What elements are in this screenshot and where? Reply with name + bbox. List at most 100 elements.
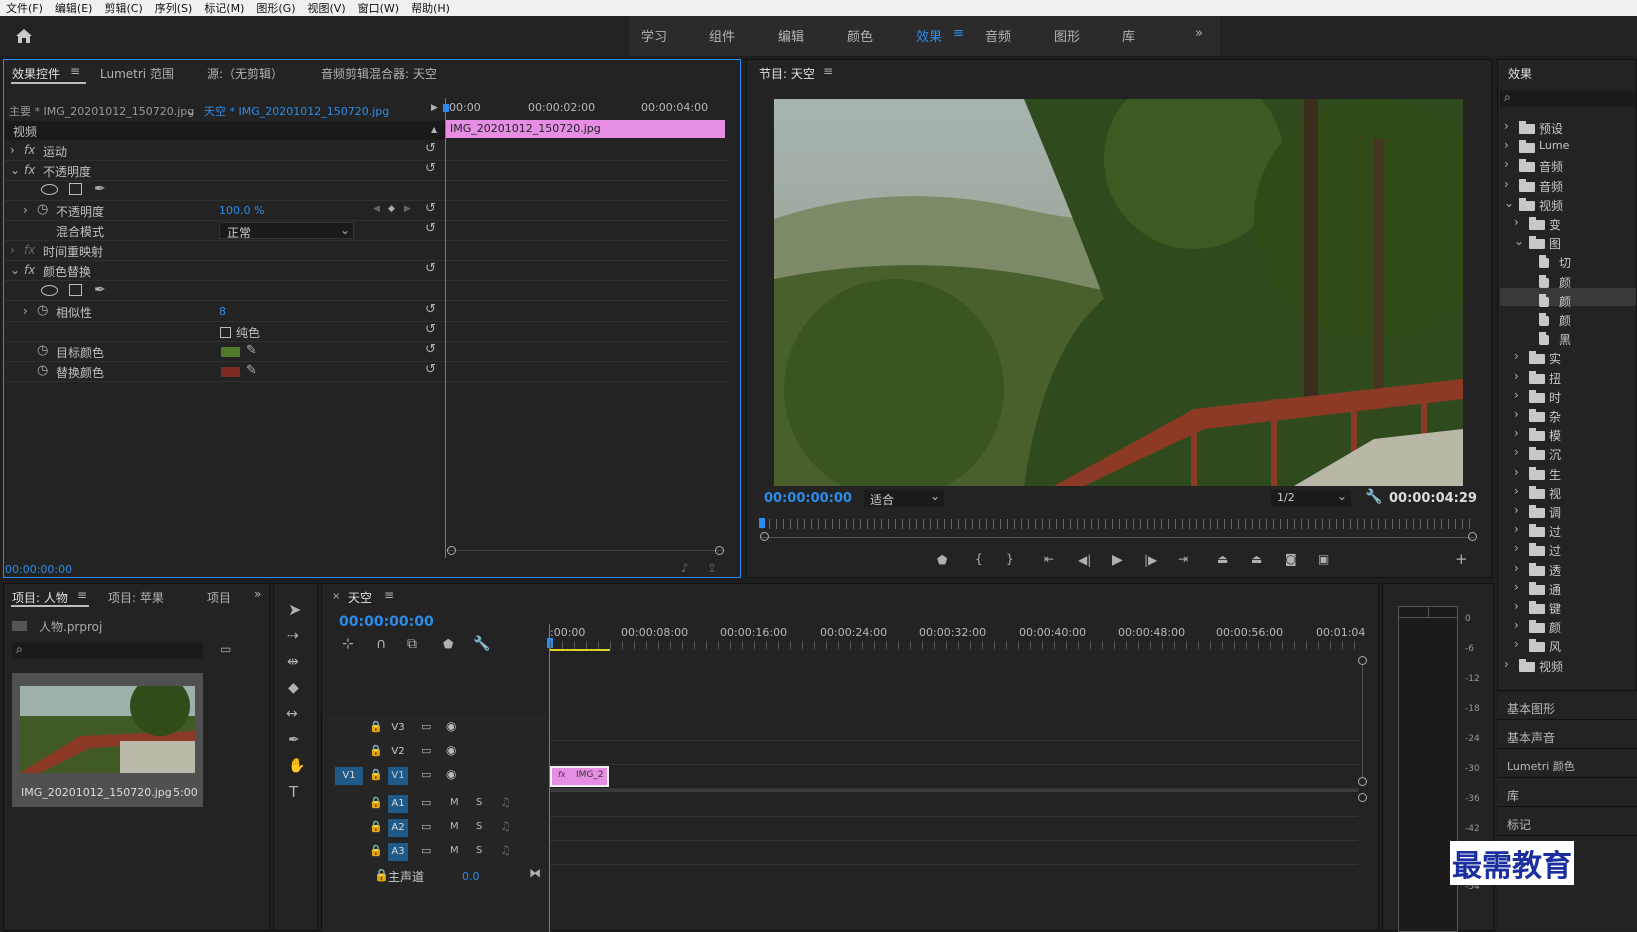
replace-color-swatch[interactable]: [221, 367, 240, 377]
wrench-icon[interactable]: 🔧: [1365, 490, 1382, 504]
new-bin-icon[interactable]: ▭: [220, 643, 231, 655]
effect-tree-item[interactable]: 键: [1549, 600, 1561, 617]
export-icon[interactable]: ⇪: [707, 562, 717, 574]
add-marker-icon[interactable]: ⬟: [443, 638, 453, 650]
eyedropper-icon[interactable]: ✎: [246, 344, 257, 357]
lock-icon[interactable]: 🔒: [369, 796, 383, 809]
program-video-frame[interactable]: [774, 99, 1463, 486]
ws-overflow-icon[interactable]: »: [1195, 26, 1203, 41]
pen-mask-icon[interactable]: ✒: [94, 283, 106, 297]
lock-icon[interactable]: 🔒: [369, 820, 383, 833]
source-patch-v1[interactable]: V1: [335, 767, 363, 785]
mute-button[interactable]: M: [450, 821, 459, 832]
menu-view[interactable]: 视图(V): [302, 0, 352, 16]
camera-icon[interactable]: ◙: [1285, 553, 1297, 565]
ellipse-mask-icon[interactable]: [41, 184, 58, 195]
ec-timecode[interactable]: 00:00:00:00: [5, 563, 72, 576]
menu-graphics[interactable]: 图形(G): [250, 0, 301, 16]
panel-menu-icon[interactable]: ≡: [70, 64, 80, 78]
linked-selection-icon[interactable]: ⧉: [407, 637, 417, 651]
ws-tab-color[interactable]: 颜色: [847, 26, 873, 45]
fx-icon[interactable]: fx: [24, 144, 35, 156]
ec-playhead[interactable]: [445, 98, 446, 558]
track-label-a2[interactable]: A2: [388, 819, 408, 837]
type-tool-icon[interactable]: T: [289, 785, 298, 800]
expand-arrow-icon[interactable]: ⌄: [10, 264, 20, 276]
tree-arrow-icon[interactable]: ›: [1514, 581, 1519, 593]
ws-tab-libraries[interactable]: 库: [1122, 26, 1135, 45]
sequence-clip-label[interactable]: 天空 * IMG_20201012_150720.jpg: [204, 103, 389, 123]
tree-arrow-icon[interactable]: ›: [1504, 658, 1509, 670]
vscroll-handle[interactable]: [1358, 777, 1367, 786]
menu-window[interactable]: 窗口(W): [352, 0, 405, 16]
panel-menu-icon[interactable]: ≡: [384, 588, 394, 602]
master-track-value[interactable]: 0.0: [462, 870, 480, 883]
resolution-select[interactable]: 1/2 ⌄: [1271, 489, 1351, 507]
expand-arrow-icon[interactable]: ›: [23, 305, 28, 317]
add-marker-icon[interactable]: ⬟: [937, 554, 947, 566]
ws-tab-graphics[interactable]: 图形: [1054, 26, 1080, 45]
go-to-in-icon[interactable]: ⇤: [1044, 553, 1054, 565]
stopwatch-icon[interactable]: ◷: [37, 364, 48, 377]
wrench-icon[interactable]: 🔧: [473, 637, 490, 651]
menu-clip[interactable]: 剪辑(C): [98, 0, 148, 16]
menu-edit[interactable]: 编辑(E): [49, 0, 99, 16]
lift-icon[interactable]: ⏏: [1217, 553, 1228, 565]
selection-tool-icon[interactable]: ➤: [288, 602, 301, 618]
effect-tree-item[interactable]: 风: [1549, 638, 1561, 655]
ripple-edit-tool-icon[interactable]: ⇹: [287, 655, 299, 669]
effect-tree-item[interactable]: 过: [1549, 523, 1561, 540]
panel-menu-icon[interactable]: ≡: [77, 588, 87, 602]
solo-button[interactable]: S: [476, 821, 482, 832]
tree-arrow-icon[interactable]: ⌄: [1504, 197, 1514, 209]
tab-project-people[interactable]: 项目: 人物: [12, 589, 68, 606]
work-area-bar[interactable]: [550, 649, 610, 651]
effect-tree-item[interactable]: 切: [1559, 254, 1571, 271]
solo-button[interactable]: S: [476, 797, 482, 808]
effect-tree-item[interactable]: 过: [1549, 542, 1561, 559]
extract-icon[interactable]: ⏏: [1251, 553, 1262, 565]
mic-icon[interactable]: ♫: [500, 795, 511, 809]
side-panel-markers[interactable]: 标记: [1507, 816, 1531, 833]
menu-marker[interactable]: 标记(M): [198, 0, 250, 16]
program-timecode[interactable]: 00:00:00:00: [764, 491, 852, 506]
expand-arrow-icon[interactable]: ⌄: [10, 164, 20, 176]
track-output-icon[interactable]: ▭: [421, 796, 431, 809]
track-output-icon[interactable]: ▭: [421, 720, 431, 733]
effect-tree-item[interactable]: 颜: [1559, 293, 1571, 310]
tree-arrow-icon[interactable]: ›: [1514, 466, 1519, 478]
tree-arrow-icon[interactable]: ›: [1504, 178, 1509, 190]
scroll-handle-right[interactable]: [1468, 532, 1477, 541]
fx-icon[interactable]: fx: [24, 264, 35, 276]
program-scrollbar[interactable]: [762, 537, 1474, 538]
track-label-a1[interactable]: A1: [388, 795, 408, 813]
rect-mask-icon[interactable]: [69, 284, 82, 296]
track-label-a3[interactable]: A3: [388, 843, 408, 861]
project-search-input[interactable]: ⌕: [12, 642, 203, 659]
ec-scroll-handle-right[interactable]: [715, 546, 724, 555]
menu-file[interactable]: 文件(F): [0, 0, 49, 16]
effects-search-input[interactable]: ⌕: [1500, 90, 1636, 107]
effect-tree-item[interactable]: 颜: [1559, 312, 1571, 329]
tree-arrow-icon[interactable]: ›: [1504, 139, 1509, 151]
tree-arrow-icon[interactable]: ›: [1514, 216, 1519, 228]
eye-icon[interactable]: ◉: [446, 719, 456, 733]
track-label-v3[interactable]: V3: [388, 719, 408, 737]
effect-tree-item[interactable]: Lume: [1539, 139, 1569, 152]
track-output-icon[interactable]: ▭: [421, 820, 431, 833]
reset-icon[interactable]: ↺: [425, 262, 436, 275]
expand-arrow-icon[interactable]: ›: [10, 244, 15, 256]
tab-effect-controls[interactable]: 效果控件: [12, 65, 60, 82]
chevron-down-icon[interactable]: ⌄: [186, 105, 196, 117]
mark-out-icon[interactable]: }: [1006, 553, 1014, 565]
side-panel-essential-graphics[interactable]: 基本图形: [1507, 700, 1555, 717]
opacity-value[interactable]: 100.0 %: [219, 204, 264, 224]
ws-tab-editing[interactable]: 编辑: [778, 26, 804, 45]
effect-tree-item[interactable]: 颜: [1559, 274, 1571, 291]
effect-tree-item[interactable]: 黑: [1559, 331, 1571, 348]
tree-arrow-icon[interactable]: ›: [1514, 638, 1519, 650]
mic-icon[interactable]: ♫: [500, 843, 511, 857]
effect-tree-item[interactable]: 杂: [1549, 408, 1561, 425]
lock-icon[interactable]: 🔒: [369, 744, 383, 757]
tree-arrow-icon[interactable]: ›: [1514, 542, 1519, 554]
